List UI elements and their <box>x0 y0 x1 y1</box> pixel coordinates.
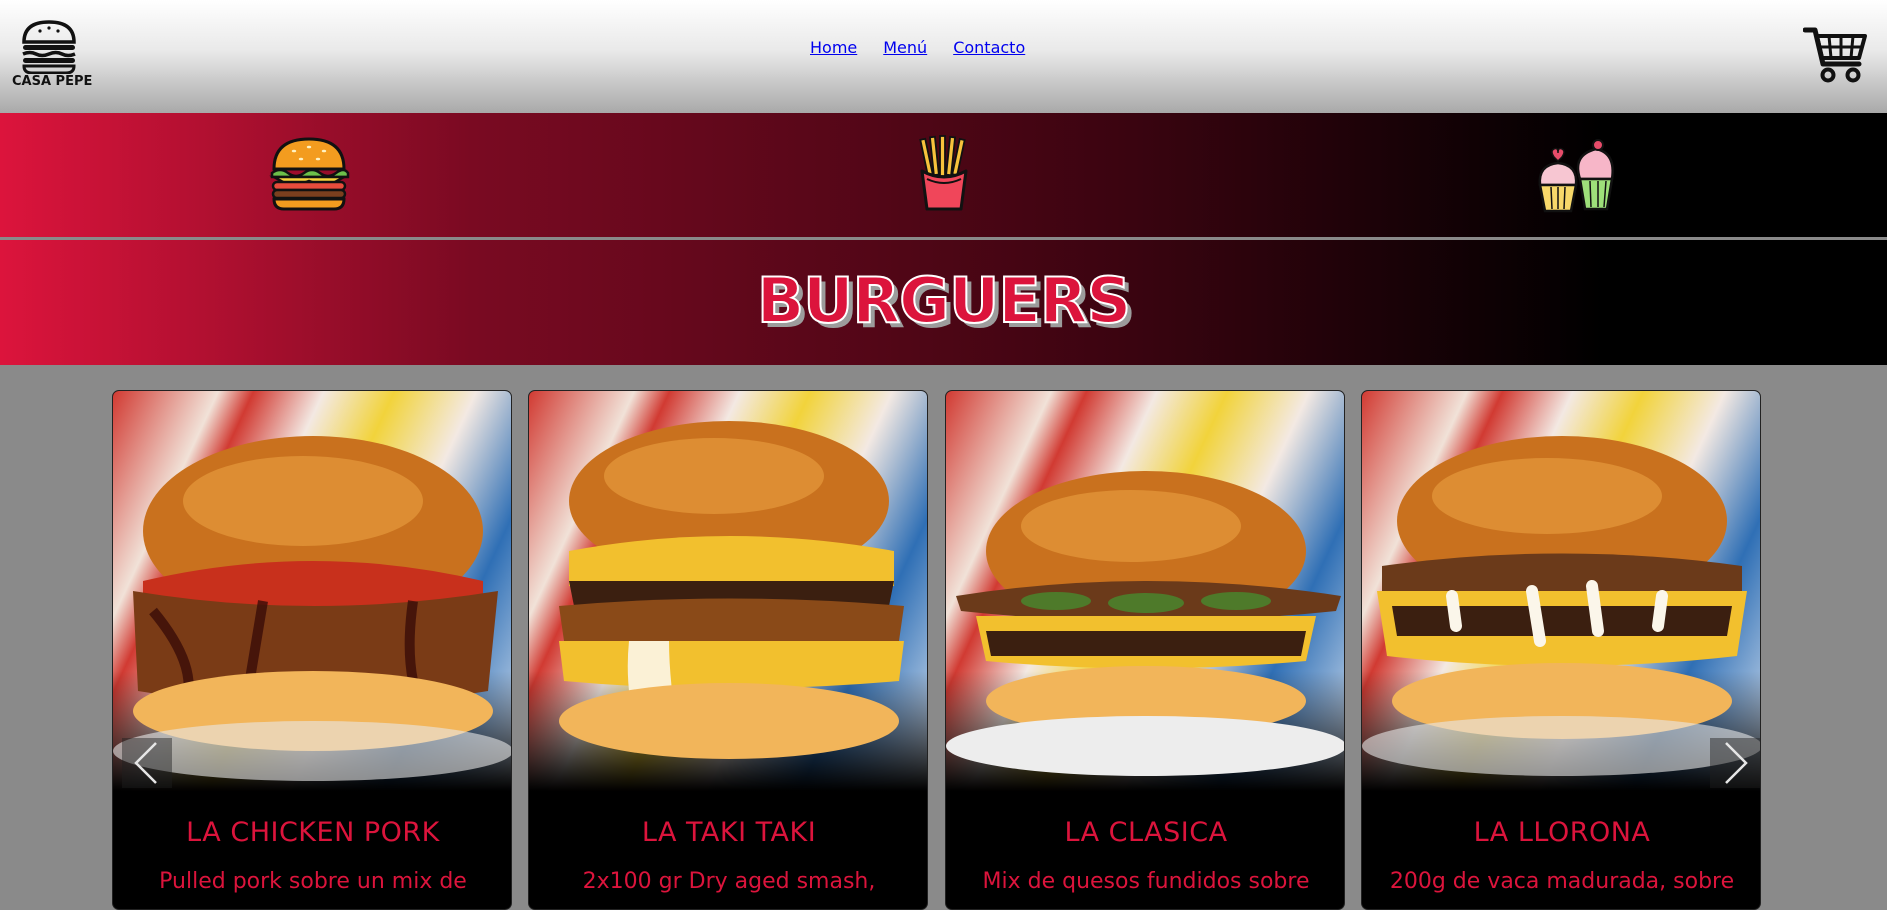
cupcakes-icon <box>1538 139 1614 213</box>
burger-icon <box>269 137 350 211</box>
carousel-next-button[interactable] <box>1710 738 1760 788</box>
product-description: Mix de quesos fundidos sobre <box>982 869 1310 894</box>
category-bar <box>0 113 1887 239</box>
burger-logo-icon <box>22 20 76 74</box>
nav-menu-link[interactable]: Menú <box>883 38 927 57</box>
product-card[interactable]: LA CLASICA Mix de quesos fundidos sobre <box>945 390 1345 910</box>
cart-button[interactable] <box>1802 24 1869 84</box>
category-desserts[interactable] <box>1536 135 1618 217</box>
product-title: LA LLORONA <box>1473 817 1651 848</box>
product-description: 2x100 gr Dry aged smash, <box>582 869 876 894</box>
section-header: BURGUERS <box>0 240 1887 365</box>
chevron-left-icon <box>134 742 157 784</box>
main-nav: Home Menú Contacto <box>810 38 1025 57</box>
burger-carousel: LA CHICKEN PORK Pulled pork sobre un mix… <box>112 390 1762 910</box>
product-card[interactable]: LA TAKI TAKI 2x100 gr Dry aged smash, <box>528 390 928 910</box>
category-fries[interactable] <box>914 135 974 217</box>
nav-home-link[interactable]: Home <box>810 38 857 57</box>
category-burgers[interactable] <box>268 135 350 217</box>
product-image <box>529 391 927 791</box>
nav-contact-link[interactable]: Contacto <box>953 38 1025 57</box>
product-image <box>113 391 511 791</box>
product-image <box>946 391 1344 791</box>
carousel-prev-button[interactable] <box>122 738 172 788</box>
product-description: Pulled pork sobre un mix de <box>159 869 467 894</box>
product-image <box>1362 391 1760 791</box>
logo-text: CASA PEPE <box>12 74 93 89</box>
logo[interactable]: CASA PEPE <box>12 18 93 96</box>
product-card[interactable]: LA LLORONA 200g de vaca madurada, sobre <box>1361 390 1761 910</box>
shopping-cart-icon <box>1802 27 1867 83</box>
product-card[interactable]: LA CHICKEN PORK Pulled pork sobre un mix… <box>112 390 512 910</box>
fries-icon <box>919 135 968 211</box>
section-title: BURGUERS <box>756 263 1132 338</box>
product-title: LA CHICKEN PORK <box>186 817 440 848</box>
product-title: LA TAKI TAKI <box>641 817 817 848</box>
product-title: LA CLASICA <box>1064 817 1228 848</box>
site-header: CASA PEPE Home Menú Contacto <box>0 0 1887 113</box>
chevron-right-icon <box>1725 742 1748 784</box>
product-description: 200g de vaca madurada, sobre <box>1389 869 1735 894</box>
